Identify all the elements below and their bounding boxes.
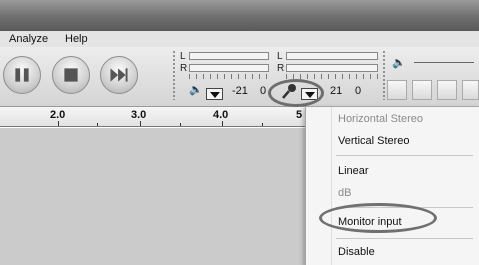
menu-item-vertical-stereo[interactable]: Vertical Stereo [338,135,410,147]
record-tick-b: 0 [355,85,362,97]
right-level-bar [189,64,269,72]
playback-tick-a: -21 [232,85,248,97]
app-window: Analyze Help L R 🔈 -21 0 L R 21 0 🔈 2.0 … [0,0,479,265]
ruler-label: 3.0 [131,109,147,121]
menu-item-db: dB [338,187,352,199]
microphone-highlight [268,79,324,107]
record-right-label: R [277,63,285,74]
meter-ticks [189,74,269,79]
paste-tool-button[interactable] [437,80,457,100]
pause-icon [15,68,29,82]
speaker-icon: 🔈 [189,84,203,96]
title-bar [0,0,479,31]
ruler-tick [97,123,98,126]
skip-to-end-button[interactable] [100,56,138,94]
pause-button[interactable] [3,56,41,94]
edit-tool-button[interactable] [387,80,407,100]
menu-analyze[interactable]: Analyze [9,33,48,45]
volume-slider[interactable] [414,62,474,63]
toolbar: L R 🔈 -21 0 L R 21 0 🔈 [0,47,479,107]
right-channel-label: R [180,63,188,74]
toolbar-grip[interactable] [172,50,176,100]
ruler-tick [140,121,141,126]
playback-meter-dropdown[interactable] [206,88,223,100]
meter-context-menu: Horizontal Stereo Vertical Stereo Linear… [305,106,479,265]
playback-tick-b: 0 [260,85,267,97]
ruler-label: 5 [296,109,303,121]
ruler-label: 2.0 [50,109,66,121]
menu-gutter [331,107,332,265]
menu-help[interactable]: Help [65,33,88,45]
menu-item-horizontal-stereo: Horizontal Stereo [338,113,423,125]
ruler-tick [222,121,223,126]
monitor-input-highlight [319,203,437,233]
menu-item-disable[interactable]: Disable [338,246,375,258]
copy-tool-button[interactable] [412,80,432,100]
trim-tool-button[interactable] [462,80,479,100]
ruler-tick [58,121,59,126]
stop-icon [64,68,78,82]
left-level-bar [189,52,269,60]
ruler-tick [180,123,181,126]
record-right-bar [286,64,378,72]
record-left-bar [286,52,378,60]
stop-button[interactable] [52,56,90,94]
menu-item-linear[interactable]: Linear [338,165,369,177]
left-channel-label: L [180,51,186,62]
skip-end-icon [110,68,128,82]
volume-icon: 🔈 [392,57,406,69]
menu-bar: Analyze Help [0,31,479,47]
ruler-tick [262,123,263,126]
ruler-label: 4.0 [213,109,229,121]
record-tick-a: 21 [330,85,343,97]
toolbar-grip-2[interactable] [382,50,386,100]
record-left-label: L [277,51,283,62]
menu-separator [336,155,473,156]
menu-separator [336,238,473,239]
